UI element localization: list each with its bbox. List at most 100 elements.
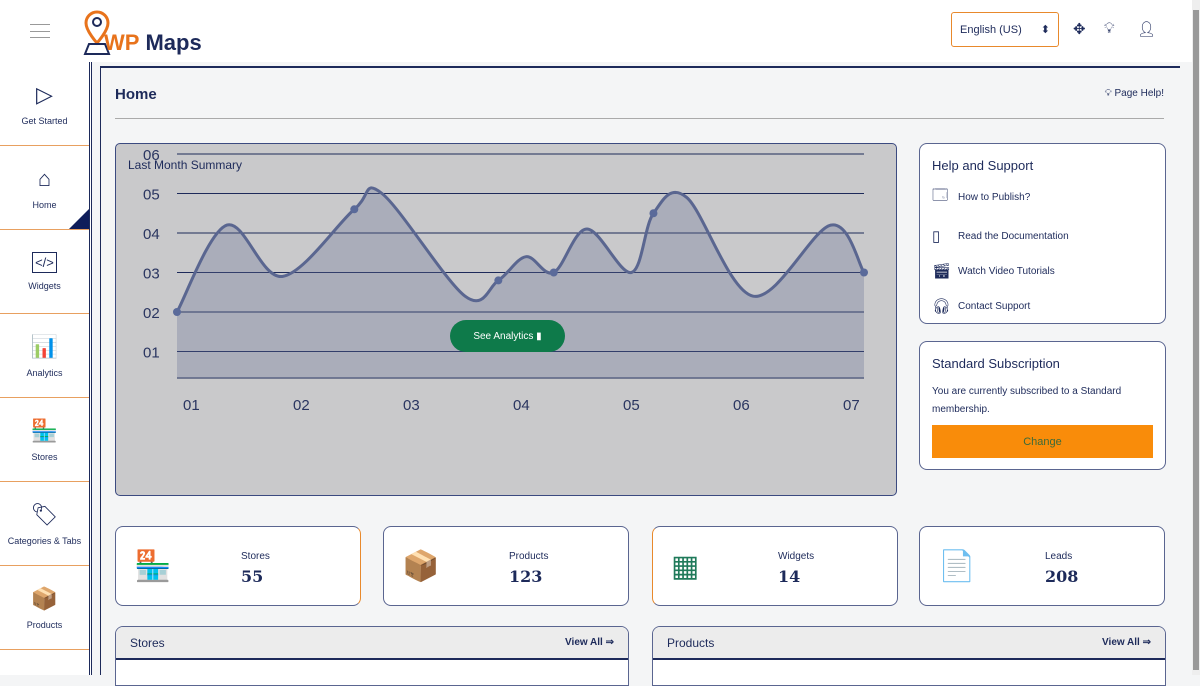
sidebar-item-label: Home <box>32 200 56 210</box>
help-contact-support[interactable]: 🎧︎ Contact Support <box>932 297 1153 315</box>
chart-card: 01020304050601020304050607 Last Month Su… <box>115 143 897 496</box>
leads-document-icon: 📄 <box>938 549 975 584</box>
y-tick-label: 01 <box>143 345 160 362</box>
y-tick-label: 02 <box>143 305 160 322</box>
see-analytics-label: See Analytics <box>473 331 533 342</box>
scrollbar-thumb[interactable] <box>1193 10 1199 670</box>
data-point <box>350 205 358 213</box>
lightbulb-icon[interactable]: 💡︎ <box>1104 20 1115 37</box>
stat-value: 14 <box>778 567 800 586</box>
publish-icon: 🗔 <box>932 185 948 210</box>
bar-chart-icon: ▮ <box>536 331 542 342</box>
view-all-products-link[interactable]: View All ⇒ <box>1102 637 1151 648</box>
sidebar-item-get-started[interactable]: ▷ Get Started <box>0 62 89 146</box>
select-arrows-icon: ⬍ <box>1041 23 1050 36</box>
sidebar-item-widgets[interactable]: </> Widgets <box>0 230 89 314</box>
see-analytics-button[interactable]: See Analytics ▮ <box>450 320 565 352</box>
stat-card-leads[interactable]: 📄 Leads 208 <box>919 526 1165 606</box>
brand-wp: WP <box>104 30 139 56</box>
subscription-text: You are currently subscribed to a Standa… <box>932 383 1153 419</box>
page-help-link[interactable]: 💡︎ Page Help! <box>1105 88 1164 99</box>
data-point <box>173 308 181 316</box>
play-icon: ▷ <box>36 82 53 108</box>
stat-card-widgets[interactable]: ▦ Widgets 14 <box>652 526 898 606</box>
stat-card-stores[interactable]: 🏪Stores55 <box>115 526 361 606</box>
data-point <box>860 269 868 277</box>
panel-title: Stores <box>130 636 165 650</box>
document-icon: ▯ <box>932 227 948 245</box>
help-title: Help and Support <box>932 158 1153 173</box>
x-tick-label: 02 <box>293 397 310 414</box>
sidebar-item-home[interactable]: ⌂ Home <box>0 146 89 230</box>
sidebar: ▷ Get Started ⌂ Home </> Widgets 📊 Analytics… <box>0 62 92 675</box>
help-support-card: Help and Support 🗔 How to Publish? ▯ Read … <box>919 143 1166 324</box>
hamburger-menu-icon[interactable] <box>30 24 50 38</box>
view-all-stores-link[interactable]: View All ⇒ <box>565 637 614 648</box>
chart-title: Last Month Summary <box>128 158 242 172</box>
home-icon: ⌂ <box>38 166 51 192</box>
stat-value: 55 <box>241 567 263 586</box>
code-window-icon: </> <box>32 252 57 273</box>
products-panel: ProductsView All ⇒ <box>652 626 1166 686</box>
sidebar-item-stores[interactable]: 🏪 Stores <box>0 398 89 482</box>
sidebar-item-categories-tabs[interactable]: 🏷 Categories & Tabs <box>0 482 89 566</box>
x-tick-label: 07 <box>843 397 860 414</box>
x-tick-label: 06 <box>733 397 750 414</box>
sidebar-item-label: Get Started <box>21 116 67 126</box>
brand-maps: Maps <box>145 30 201 56</box>
stat-value: 123 <box>509 567 542 586</box>
stat-value: 208 <box>1045 567 1078 586</box>
stores-panel: Stores View All ⇒ <box>115 626 629 686</box>
stat-label: Widgets <box>778 551 814 562</box>
box-icon: 📦 <box>31 586 58 612</box>
x-tick-label: 03 <box>403 397 420 414</box>
language-select[interactable]: English (US) ⬍ <box>951 12 1059 47</box>
subscription-title: Standard Subscription <box>932 356 1153 371</box>
scrollbar[interactable] <box>1192 0 1200 675</box>
stat-label: Products <box>509 551 548 562</box>
data-point <box>494 276 502 284</box>
language-value: English (US) <box>960 24 1022 36</box>
help-item-label: Watch Video Tutorials <box>958 266 1055 277</box>
help-read-documentation[interactable]: ▯ Read the Documentation <box>932 227 1153 245</box>
x-tick-label: 05 <box>623 397 640 414</box>
help-item-label: Read the Documentation <box>958 231 1069 242</box>
tag-icon: 🏷 <box>31 502 59 528</box>
lightbulb-icon: 💡︎ <box>1105 88 1112 99</box>
data-point <box>550 269 558 277</box>
y-tick-label: 03 <box>143 266 160 283</box>
stat-label: Leads <box>1045 551 1072 562</box>
sidebar-item-label: Categories & Tabs <box>8 536 81 546</box>
page-title: Home <box>115 86 157 103</box>
subscription-card: Standard Subscription You are currently … <box>919 341 1166 470</box>
move-icon[interactable]: ✥ <box>1073 20 1086 38</box>
divider <box>115 118 1164 119</box>
help-watch-video-tutorials[interactable]: 🎬︎ Watch Video Tutorials <box>932 262 1153 280</box>
help-item-label: How to Publish? <box>958 192 1030 203</box>
product-box-icon: 📦 <box>402 549 439 584</box>
stat-card-products[interactable]: 📦 Products 123 <box>383 526 629 606</box>
store-icon: 🏪 <box>31 418 58 444</box>
logo[interactable]: WP Maps <box>82 6 202 56</box>
main-content: Home 💡︎ Page Help! 010203040506010203040… <box>100 66 1180 675</box>
headset-icon: 🎧︎ <box>932 297 948 315</box>
sidebar-item-label: Products <box>27 620 63 630</box>
y-tick-label: 04 <box>143 226 160 243</box>
help-item-label: Contact Support <box>958 301 1030 312</box>
page-help-label: Page Help! <box>1115 88 1164 99</box>
analytics-icon: 📊 <box>31 334 58 360</box>
sidebar-item-label: Stores <box>31 452 57 462</box>
sidebar-item-products[interactable]: 📦 Products <box>0 566 89 650</box>
help-how-to-publish[interactable]: 🗔 How to Publish? <box>932 185 1153 210</box>
top-bar: WP Maps English (US) ⬍ ✥ 💡︎ 👤︎ <box>0 0 1200 62</box>
user-icon[interactable]: 👤︎ <box>1137 20 1156 38</box>
data-point <box>649 209 657 217</box>
sidebar-item-label: Analytics <box>26 368 62 378</box>
stat-label: Stores <box>241 551 270 562</box>
change-subscription-button[interactable]: Change <box>932 425 1153 458</box>
video-clapper-icon: 🎬︎ <box>932 262 948 280</box>
widget-icon: ▦ <box>671 549 699 584</box>
y-tick-label: 05 <box>143 187 160 204</box>
sidebar-item-analytics[interactable]: 📊 Analytics <box>0 314 89 398</box>
sidebar-item-label: Widgets <box>28 281 61 291</box>
